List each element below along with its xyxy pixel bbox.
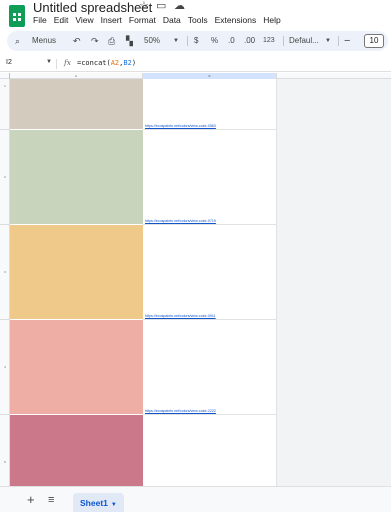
color-link[interactable]: https://ecospaints.net/colors/view-color… bbox=[145, 124, 216, 128]
chevron-down-icon[interactable]: ▼ bbox=[111, 502, 117, 508]
color-swatch-cell[interactable] bbox=[10, 130, 143, 225]
formula-prefix: =concat( bbox=[77, 59, 111, 67]
menu-help[interactable]: Help bbox=[263, 14, 280, 26]
currency-format-button[interactable]: $ bbox=[194, 31, 198, 51]
link-cell[interactable]: https://ecospaints.net/colors/view-color… bbox=[143, 79, 277, 130]
sheet-tab-sheet1[interactable]: Sheet1 ▼ bbox=[73, 493, 124, 512]
menu-format[interactable]: Format bbox=[129, 14, 156, 26]
menu-data[interactable]: Data bbox=[163, 14, 181, 26]
chevron-down-icon[interactable]: ▼ bbox=[325, 31, 331, 51]
color-swatch-cell[interactable] bbox=[10, 415, 143, 486]
decrease-font-size-icon[interactable]: − bbox=[344, 31, 350, 51]
formula-input[interactable]: =concat(A2,B2) bbox=[77, 59, 136, 67]
row-header-1[interactable]: 1 bbox=[0, 79, 10, 130]
color-swatch-cell[interactable] bbox=[10, 79, 143, 130]
formula-ref-a2: A2 bbox=[110, 59, 120, 67]
link-cell[interactable]: https://ecospaints.net/colors/view-color… bbox=[143, 225, 277, 320]
color-swatch-cell[interactable] bbox=[10, 320, 143, 415]
star-icon[interactable]: ☆ bbox=[139, 0, 149, 12]
search-icon[interactable]: ⌕ bbox=[15, 31, 20, 51]
empty-sheet-area[interactable] bbox=[277, 79, 391, 486]
add-sheet-button[interactable]: + bbox=[27, 493, 35, 507]
row-header-3[interactable]: 3 bbox=[0, 225, 10, 320]
link-cell[interactable] bbox=[143, 415, 277, 486]
title-bar: Untitled spreadsheet ☆ ▭ ☁ File Edit Vie… bbox=[0, 0, 391, 28]
print-icon[interactable]: ⎙ bbox=[108, 31, 115, 51]
more-formats-button[interactable]: 123 bbox=[263, 31, 275, 51]
cell-area: https://ecospaints.net/colors/view-color… bbox=[10, 79, 391, 486]
menu-bar: File Edit View Insert Format Data Tools … bbox=[33, 14, 281, 26]
menu-insert[interactable]: Insert bbox=[101, 14, 122, 26]
chevron-down-icon[interactable]: ▼ bbox=[173, 31, 179, 51]
formula-bar: I2 ▼ fx =concat(A2,B2) bbox=[0, 57, 391, 72]
function-icon: fx bbox=[64, 58, 72, 67]
menu-view[interactable]: View bbox=[75, 14, 93, 26]
sheet-bar: + ≡ Sheet1 ▼ bbox=[0, 486, 391, 512]
font-size-input[interactable]: 10 bbox=[364, 34, 384, 48]
link-cell[interactable]: https://ecospaints.net/colors/view-color… bbox=[143, 320, 277, 415]
increase-decimal-button[interactable]: .00 bbox=[244, 31, 255, 51]
color-swatch-cell[interactable] bbox=[10, 225, 143, 320]
row-header-2[interactable]: 2 bbox=[0, 130, 10, 225]
row-header-4[interactable]: 4 bbox=[0, 320, 10, 415]
toolbar-divider bbox=[187, 36, 188, 46]
menu-tools[interactable]: Tools bbox=[188, 14, 208, 26]
zoom-select[interactable]: 50% bbox=[144, 31, 160, 51]
color-link[interactable]: https://ecospaints.net/colors/view-color… bbox=[145, 314, 216, 318]
color-link[interactable]: https://ecospaints.net/colors/view-color… bbox=[145, 219, 216, 223]
row-header-5[interactable]: 5 bbox=[0, 415, 10, 486]
formula-ref-b2: B2 bbox=[123, 59, 132, 67]
color-link[interactable]: https://ecospaints.net/colors/view-color… bbox=[145, 409, 216, 413]
row-header-column: 1 2 3 4 5 bbox=[0, 79, 10, 486]
link-cell[interactable]: https://ecospaints.net/colors/view-color… bbox=[143, 130, 277, 225]
redo-icon[interactable]: ↷ bbox=[91, 31, 99, 51]
sheet-tab-label: Sheet1 bbox=[80, 498, 108, 508]
menu-extensions[interactable]: Extensions bbox=[215, 14, 257, 26]
toolbar-divider bbox=[283, 36, 284, 46]
document-title[interactable]: Untitled spreadsheet bbox=[33, 0, 152, 15]
all-sheets-button[interactable]: ≡ bbox=[48, 493, 54, 507]
font-select[interactable]: Defaul... bbox=[289, 31, 319, 51]
toolbar-divider bbox=[338, 36, 339, 46]
toolbar: ⌕ Menus ↶ ↷ ⎙ ▚ 50% ▼ $ % .0 .00 123 Def… bbox=[7, 31, 388, 51]
search-menus-button[interactable]: Menus bbox=[32, 31, 56, 51]
chevron-down-icon[interactable]: ▼ bbox=[46, 59, 52, 65]
menu-file[interactable]: File bbox=[33, 14, 47, 26]
decrease-decimal-button[interactable]: .0 bbox=[228, 31, 235, 51]
formula-suffix: ) bbox=[131, 59, 137, 67]
formula-bar-divider bbox=[56, 59, 57, 69]
move-to-folder-icon[interactable]: ▭ bbox=[156, 0, 166, 12]
sheets-logo-icon[interactable] bbox=[9, 5, 25, 27]
name-box[interactable]: I2 bbox=[6, 59, 12, 66]
undo-icon[interactable]: ↶ bbox=[73, 31, 81, 51]
cloud-status-icon[interactable]: ☁ bbox=[174, 0, 185, 12]
menu-edit[interactable]: Edit bbox=[54, 14, 69, 26]
spreadsheet-grid[interactable]: A B 1 2 3 4 5 https://ecospaints.net/col… bbox=[0, 73, 391, 486]
paint-format-icon[interactable]: ▚ bbox=[126, 31, 133, 51]
percent-format-button[interactable]: % bbox=[211, 31, 218, 51]
